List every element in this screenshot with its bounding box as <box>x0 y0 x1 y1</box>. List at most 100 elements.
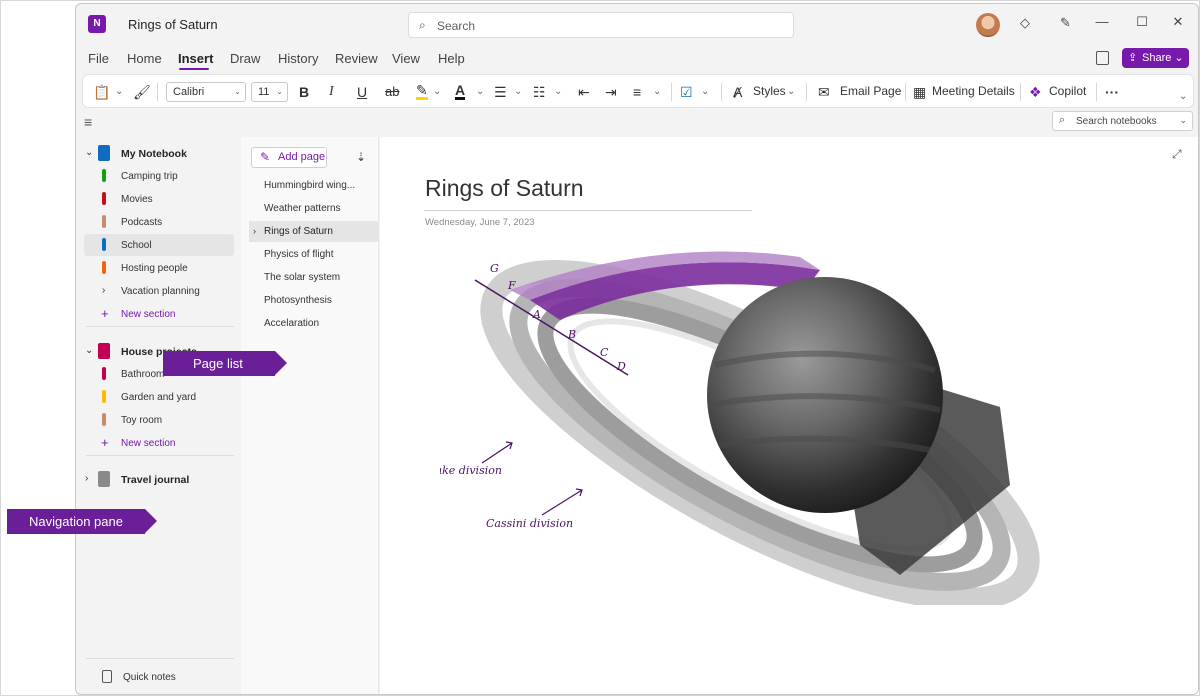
plus-icon: + <box>101 306 109 321</box>
new-section-button[interactable]: + New section <box>76 432 241 454</box>
new-section-button[interactable]: + New section <box>76 303 241 325</box>
chevron-down-icon[interactable]: ⌄ <box>1179 87 1187 107</box>
section-podcasts[interactable]: Podcasts <box>76 211 241 233</box>
chevron-down-icon[interactable]: ⌄ <box>554 82 562 102</box>
page-item-selected[interactable]: › Rings of Saturn <box>249 221 379 242</box>
notebook-label: My Notebook <box>121 148 187 160</box>
chevron-down-icon[interactable]: ⌄ <box>115 82 123 102</box>
title-underline <box>424 210 752 211</box>
email-page-button[interactable]: Email Page <box>840 84 901 98</box>
chevron-down-icon: ⌄ <box>85 147 94 158</box>
search-notebooks-input[interactable]: ⌕ Search notebooks ⌄ <box>1052 111 1193 131</box>
align-icon[interactable]: ≡ <box>633 82 641 102</box>
tab-insert[interactable]: Insert <box>178 51 213 66</box>
ribbon-toolbar: 📋 ⌄ 🖌 Calibri ⌄ 11 ⌄ B I U ab ✎ ⌄ A ⌄ ☰ … <box>82 74 1194 108</box>
chevron-down-icon[interactable]: ⌄ <box>514 82 522 102</box>
sort-icon[interactable]: ⇣ <box>356 150 366 164</box>
search-input[interactable]: ⌕ Search <box>408 12 794 38</box>
copilot-icon[interactable]: ❖ <box>1029 82 1042 102</box>
expand-icon[interactable]: ⤢ <box>1172 147 1182 162</box>
chevron-down-icon: ⌄ <box>1179 115 1187 125</box>
italic-button[interactable]: I <box>329 82 334 102</box>
notebook-travel-journal[interactable]: › Travel journal <box>76 468 241 490</box>
tab-review[interactable]: Review <box>335 51 378 66</box>
tab-view[interactable]: View <box>392 51 420 66</box>
meeting-details-button[interactable]: Meeting Details <box>932 84 1015 98</box>
add-page-button[interactable]: ✎ Add page <box>251 147 327 168</box>
font-size-select[interactable]: 11 ⌄ <box>251 82 288 102</box>
tab-draw[interactable]: Draw <box>230 51 260 66</box>
diamond-icon[interactable]: ◇ <box>1020 15 1030 31</box>
avatar[interactable] <box>976 13 1000 37</box>
tab-file[interactable]: File <box>88 51 109 66</box>
section-camping-trip[interactable]: Camping trip <box>76 165 241 187</box>
page-item[interactable]: The solar system <box>249 267 379 288</box>
page-item[interactable]: Accelaration <box>249 313 379 334</box>
page-canvas[interactable]: ⤢ Rings of Saturn Wednesday, June 7, 202… <box>380 137 1198 694</box>
numbered-list-icon[interactable]: ☷ <box>533 82 546 102</box>
hamburger-menu-icon[interactable]: ≡ <box>84 114 92 130</box>
font-name-select[interactable]: Calibri ⌄ <box>166 82 246 102</box>
tab-help[interactable]: Help <box>438 51 465 66</box>
chevron-down-icon[interactable]: ⌄ <box>701 82 709 102</box>
notebook-icon <box>98 145 110 161</box>
notebook-my-notebook[interactable]: ⌄ My Notebook <box>76 142 241 164</box>
divider <box>86 658 234 659</box>
minimize-icon[interactable]: — <box>1092 14 1112 29</box>
checkbox-tag-icon[interactable]: ☑ <box>680 82 693 102</box>
chevron-right-icon: › <box>102 285 106 296</box>
pen-icon[interactable]: ✎ <box>1060 15 1071 31</box>
styles-icon[interactable]: Ⱥ <box>733 82 742 102</box>
bullet-list-icon[interactable]: ☰ <box>494 82 507 102</box>
maximize-icon[interactable]: ☐ <box>1132 14 1152 30</box>
increase-indent-icon[interactable]: ⇥ <box>605 82 617 102</box>
ring-label-b: B <box>567 328 576 341</box>
tab-history[interactable]: History <box>278 51 318 66</box>
format-painter-icon[interactable]: 🖌 <box>133 82 151 102</box>
chevron-down-icon[interactable]: ⌄ <box>433 82 441 102</box>
section-toy-room[interactable]: Toy room <box>76 409 241 431</box>
sticky-notes-icon[interactable] <box>1096 51 1109 65</box>
bold-button[interactable]: B <box>299 82 309 102</box>
page-item[interactable]: Physics of flight <box>249 244 379 265</box>
decrease-indent-icon[interactable]: ⇤ <box>578 82 590 102</box>
page-item[interactable]: Photosynthesis <box>249 290 379 311</box>
font-color-icon[interactable]: A <box>455 82 466 100</box>
section-label: Camping trip <box>121 171 178 182</box>
underline-button[interactable]: U <box>357 82 367 102</box>
ring-label-g: G <box>490 262 499 275</box>
tab-home[interactable]: Home <box>127 51 162 66</box>
email-icon[interactable]: ✉ <box>818 82 830 102</box>
chevron-down-icon[interactable]: ⌄ <box>653 82 661 102</box>
close-icon[interactable]: ✕ <box>1168 14 1188 30</box>
divider <box>157 83 158 101</box>
page-item[interactable]: Weather patterns <box>249 198 379 219</box>
page-title[interactable]: Rings of Saturn <box>425 175 584 202</box>
section-garden-and-yard[interactable]: Garden and yard <box>76 386 241 408</box>
chevron-down-icon[interactable]: ⌄ <box>476 82 484 102</box>
saturn-drawing: G F A B C D Enke division Cassini divisi… <box>440 251 1040 605</box>
copilot-button[interactable]: Copilot <box>1049 84 1086 98</box>
section-movies[interactable]: Movies <box>76 188 241 210</box>
notebook-icon <box>98 343 110 359</box>
font-name-value: Calibri <box>173 86 205 98</box>
chevron-down-icon[interactable]: ⌄ <box>787 82 795 102</box>
meeting-details-icon[interactable]: ▦ <box>913 82 926 102</box>
section-label: Hosting people <box>121 263 188 274</box>
styles-button[interactable]: Styles <box>753 84 786 98</box>
strikethrough-button[interactable]: ab <box>385 82 399 102</box>
title-bar: N Rings of Saturn ⌕ Search ◇ ✎ — ☐ ✕ <box>76 4 1198 44</box>
share-button[interactable]: ⇪ Share ⌄ <box>1122 48 1189 68</box>
highlighter-icon[interactable]: ✎ <box>416 82 428 100</box>
quick-notes-icon <box>102 670 112 683</box>
section-hosting-people[interactable]: Hosting people <box>76 257 241 279</box>
chevron-down-icon: ⌄ <box>1174 52 1184 64</box>
quick-notes-button[interactable]: Quick notes <box>123 672 176 683</box>
section-group-vacation-planning[interactable]: › Vacation planning <box>76 280 241 302</box>
section-school[interactable]: School <box>84 234 234 256</box>
clipboard-icon[interactable]: 📋 <box>93 82 110 102</box>
section-label: Vacation planning <box>121 286 200 297</box>
more-options-icon[interactable]: ··· <box>1105 82 1119 102</box>
section-label: Movies <box>121 194 153 205</box>
page-item[interactable]: Hummingbird wing... <box>249 175 379 196</box>
